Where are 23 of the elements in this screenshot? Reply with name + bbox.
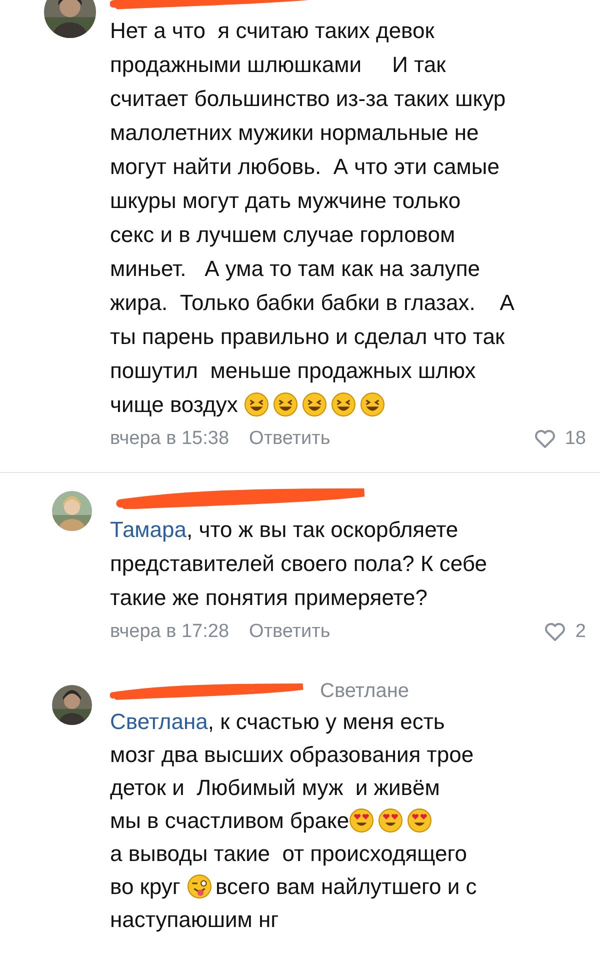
comment-text: Нет а что я считаю таких девок продажными шлюшками И так считает большинство из-за таких шкур малолетних мужики нормальные не могут найти любовь. А что эти самые шкуры могут дать мужчине только секс и в лучшем случае горловом миньет. А ума то там как на залупе жира. Только бабки бабки в глазах. А ты парень правильно и сделал что так пошутил меньше продажных шлюх чище воздух [110, 17, 516, 419]
comment-text: Тамара, что ж вы так оскорбляете представителей своего пола? К себе такие же понятия примеряете? [110, 516, 488, 612]
laughing-emoji-icon [302, 392, 327, 417]
comment-time: вчера в 17:28 [110, 621, 230, 643]
winking-tongue-emoji-icon [186, 874, 212, 899]
heart-icon[interactable] [543, 620, 568, 644]
reply-target: Светлане [320, 680, 409, 702]
laughing-emoji-icon [330, 392, 356, 417]
laughing-emoji-icon [244, 392, 269, 417]
heart-eyes-emoji-icon [378, 808, 404, 833]
laughing-emoji-icon [272, 392, 298, 417]
like-count: 18 [564, 428, 586, 450]
heart-eyes-emoji-icon [407, 808, 432, 833]
heart-eyes-emoji-icon [349, 808, 374, 833]
comment-text: Светлана, к счастью у меня есть мозг два высших образования трое деток и Любимый муж и живём мы в счастливом браке а выводы такие от происходящего во круг всего вам найлутшего и с наступаюшим нг [110, 708, 478, 934]
laughing-emoji-icon [360, 392, 385, 417]
heart-icon[interactable] [532, 427, 557, 451]
mention-link[interactable]: Тамара [110, 517, 187, 542]
reply-button[interactable]: Ответить [249, 621, 330, 643]
reply-button[interactable]: Ответить [249, 428, 330, 450]
like-count: 2 [575, 621, 586, 643]
comment-time: вчера в 15:38 [110, 428, 230, 450]
mention-link[interactable]: Светлана [110, 709, 208, 734]
